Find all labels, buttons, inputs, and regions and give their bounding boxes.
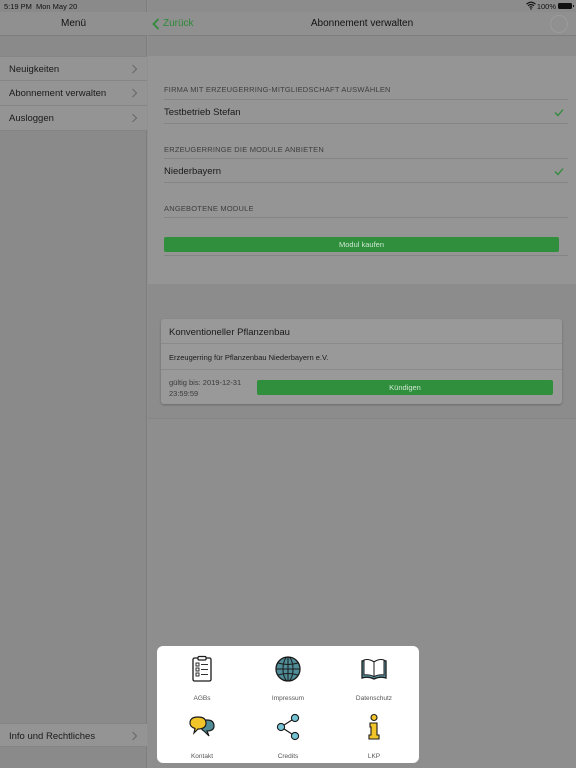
company-select-row[interactable]: Testbetrieb Stefan [164, 99, 568, 124]
popup-item-kontakt[interactable]: Kontakt [159, 713, 245, 768]
status-bar: 5:19 PM Mon May 20 100% [0, 0, 576, 12]
sidebar-title: Menü [60, 18, 86, 29]
section-label-company: FIRMA MIT ERZEUGERRING-MITGLIEDSCHAFT AU… [164, 85, 391, 94]
subscription-form: FIRMA MIT ERZEUGERRING-MITGLIEDSCHAFT AU… [148, 56, 576, 284]
popup-item-label: LKP [367, 753, 381, 760]
chevron-right-icon [132, 88, 138, 98]
profile-icon[interactable] [550, 15, 568, 33]
sidebar-item-label: Neuigkeiten [9, 64, 60, 75]
sidebar-item-label: Abonnement verwalten [9, 88, 107, 99]
popup-item-datenschutz[interactable]: Datenschutz [331, 655, 417, 711]
section-label-modules: ANGEBOTENE MODULE [164, 204, 254, 213]
divider [164, 255, 568, 256]
open-book-icon [361, 659, 387, 680]
battery-percent: 100% [536, 2, 556, 11]
popup-item-label: AGBs [193, 695, 211, 702]
navbar: Zurück Abonnement verwalten [148, 12, 576, 36]
popup-item-impressum[interactable]: Impressum [245, 655, 331, 711]
sidebar: Menü Neuigkeiten Abonnement verwalten Au… [0, 0, 147, 768]
speech-bubbles-icon [189, 716, 215, 737]
info-icon [368, 713, 380, 740]
subscription-organization: Erzeugerring für Pflanzenbau Niederbayer… [169, 353, 329, 362]
company-value: Testbetrieb Stefan [164, 107, 241, 118]
chevron-right-icon [132, 731, 138, 741]
subscription-valid-until: gültig bis: 2019-12-31 23:59:59 [169, 378, 242, 398]
chevron-right-icon [132, 113, 138, 123]
popup-item-credits[interactable]: Credits [245, 713, 331, 768]
ring-value: Niederbayern [164, 166, 222, 177]
popup-item-label: Datenschutz [355, 695, 393, 702]
popup-item-label: Credits [277, 753, 299, 760]
cancel-subscription-button[interactable]: Kündigen [257, 380, 553, 395]
divider [161, 343, 562, 344]
divider [161, 369, 562, 370]
battery-icon [558, 3, 574, 9]
popup-item-lkp[interactable]: LKP [331, 713, 417, 768]
sidebar-header: Menü [0, 12, 147, 36]
share-icon [276, 713, 300, 741]
section-label-rings: ERZEUGERRINGE DIE MODULE ANBIETEN [164, 145, 324, 154]
sidebar-item-label: Ausloggen [9, 113, 54, 124]
subscription-card: Konventioneller Pflanzenbau Erzeugerring… [161, 319, 562, 404]
divider [164, 217, 568, 218]
buy-module-button[interactable]: Modul kaufen [164, 237, 559, 252]
wifi-icon [526, 1, 536, 10]
checkmark-icon [554, 168, 564, 176]
status-date: Mon May 20 [36, 2, 78, 11]
status-time: 5:19 PM [4, 2, 32, 11]
sidebar-item-abonnement[interactable]: Abonnement verwalten [0, 81, 147, 106]
popup-item-agbs[interactable]: AGBs [159, 655, 245, 711]
sidebar-item-neuigkeiten[interactable]: Neuigkeiten [0, 56, 147, 81]
page-title: Abonnement verwalten [310, 18, 414, 29]
chevron-right-icon [132, 64, 138, 74]
sidebar-item-label: Info und Rechtliches [9, 731, 96, 742]
subscription-title: Konventioneller Pflanzenbau [169, 327, 290, 338]
clipboard-checklist-icon [192, 655, 212, 682]
sidebar-item-info[interactable]: Info und Rechtliches [0, 723, 147, 747]
checkmark-icon [554, 109, 564, 117]
popup-item-label: Impressum [271, 695, 305, 702]
ring-select-row[interactable]: Niederbayern [164, 158, 568, 183]
popup-item-label: Kontakt [190, 753, 214, 760]
sidebar-menu: Neuigkeiten Abonnement verwalten Auslogg… [0, 56, 147, 131]
globe-icon [275, 656, 301, 682]
info-popup: AGBs Impressum Datenschutz Kontakt Credi… [157, 646, 419, 763]
sidebar-item-ausloggen[interactable]: Ausloggen [0, 106, 147, 131]
